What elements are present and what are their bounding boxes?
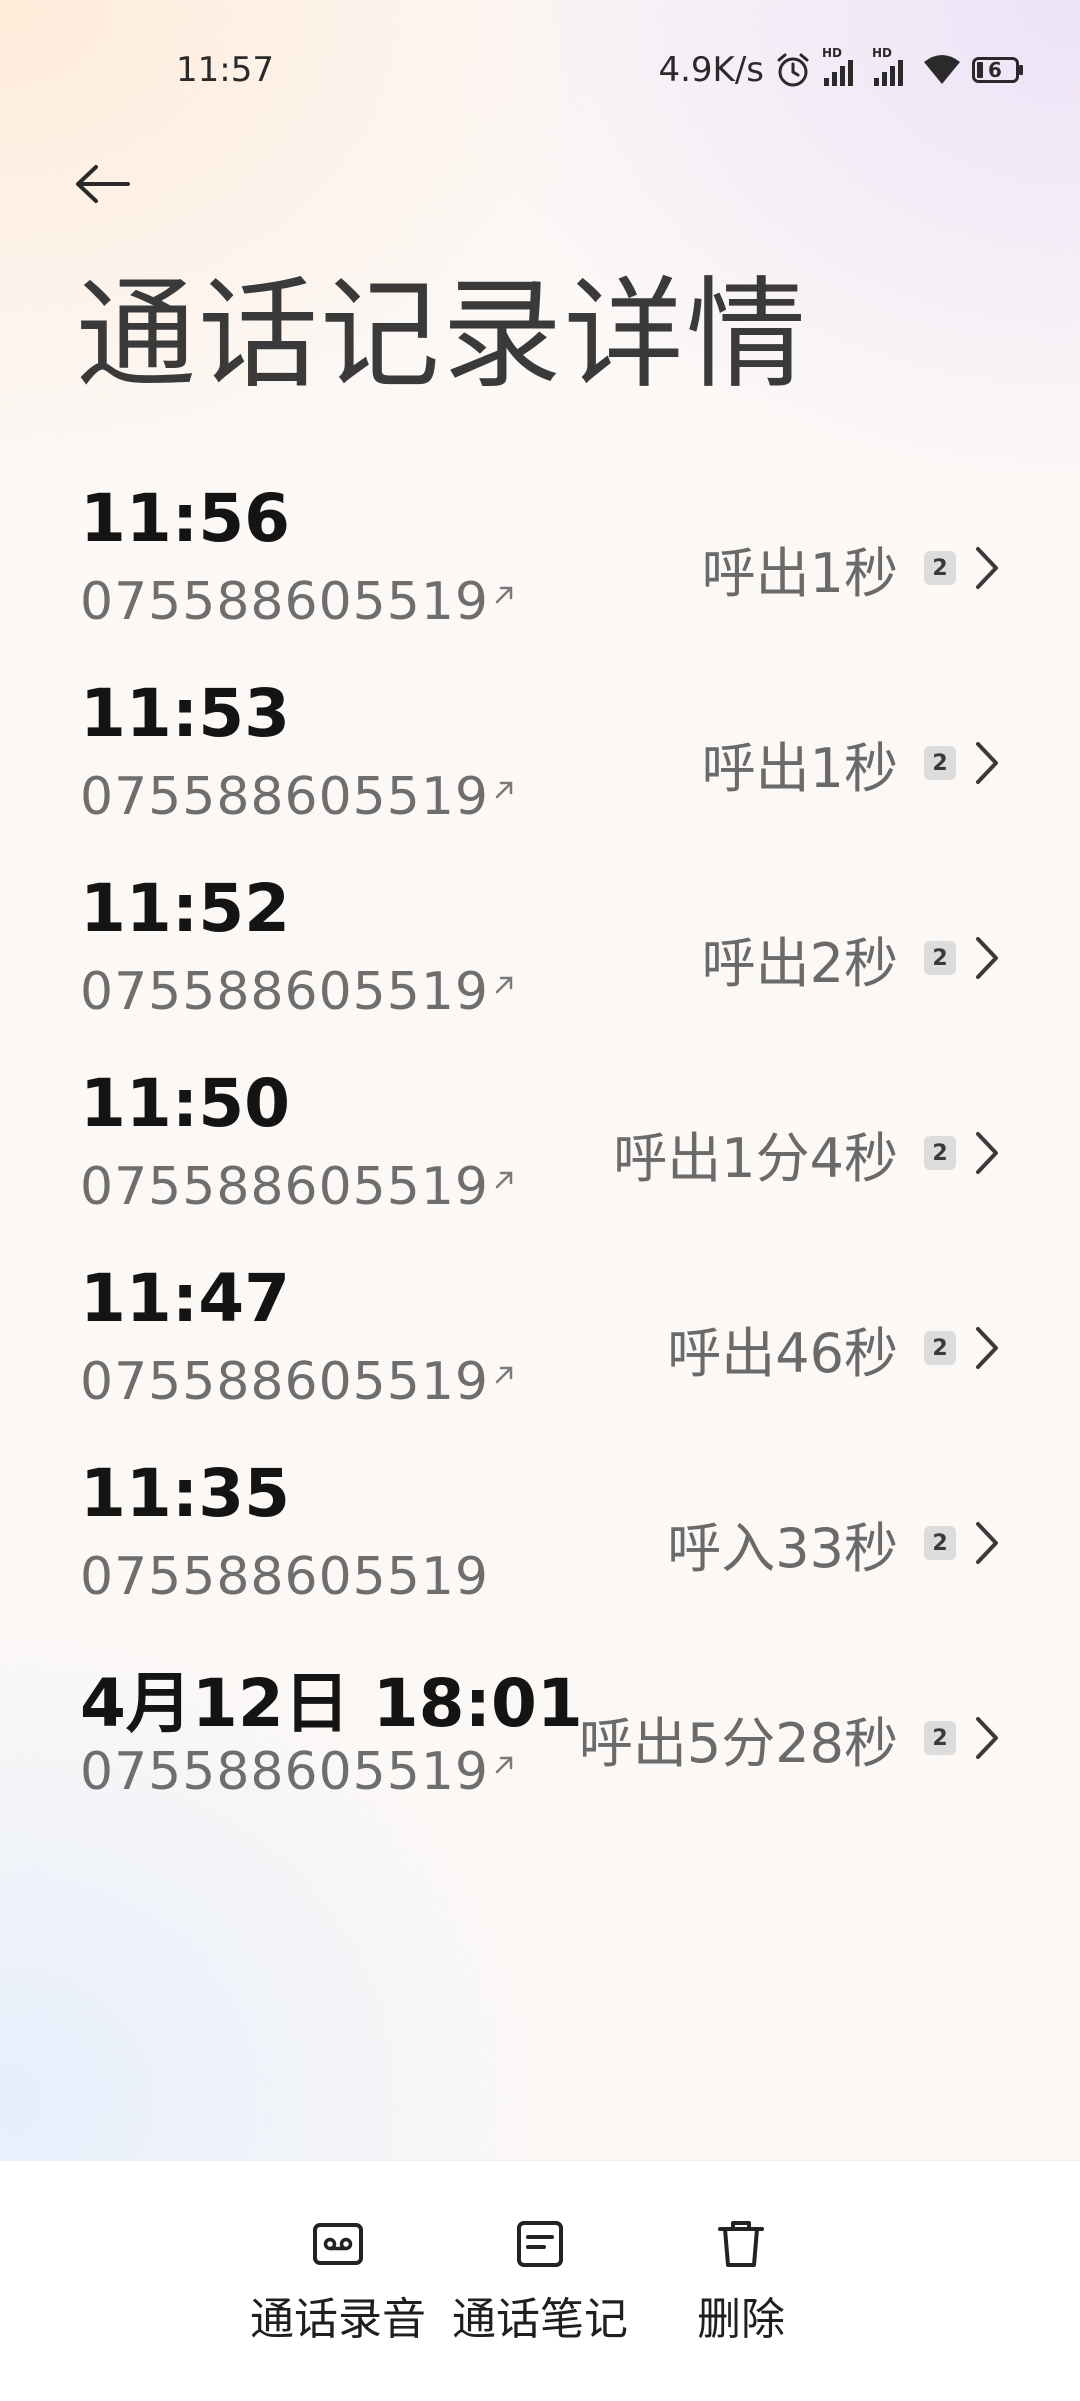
alarm-icon: [774, 51, 812, 89]
arrow-left-icon: [76, 165, 130, 203]
call-meta: 呼入33秒 2: [667, 1493, 1000, 1593]
trash-icon: [718, 2221, 764, 2267]
call-meta: 呼出46秒 2: [667, 1298, 1000, 1398]
call-number: 075588605519: [80, 1157, 490, 1217]
bottom-action-bar: 通话录音 通话笔记 删除: [0, 2160, 1080, 2401]
call-row[interactable]: 11:56 075588605519 呼出1秒 2: [0, 470, 1080, 665]
arrow-up-right-icon: [495, 781, 513, 799]
call-number: 075588605519: [80, 962, 490, 1022]
network-speed: 4.9K/s: [658, 50, 764, 90]
call-status: 呼出1分4秒: [613, 1126, 898, 1190]
chevron-right-icon: [976, 547, 998, 589]
arrow-up-right-icon: [495, 1366, 513, 1384]
sim-badge: 2: [924, 1721, 956, 1755]
sim-badge: 2: [924, 551, 956, 585]
call-number-wrap: 075588605519: [80, 1352, 517, 1412]
chevron-right-icon: [976, 1717, 998, 1759]
call-meta: 呼出1分4秒 2: [613, 1103, 1000, 1203]
delete-button[interactable]: 删除: [697, 2219, 785, 2347]
arrow-up-right-icon: [495, 1171, 513, 1189]
call-row[interactable]: 11:50 075588605519 呼出1分4秒 2: [0, 1055, 1080, 1250]
call-row[interactable]: 11:52 075588605519 呼出2秒 2: [0, 860, 1080, 1055]
call-status: 呼出2秒: [701, 931, 898, 995]
call-time: 11:56: [80, 480, 291, 557]
call-row[interactable]: 11:47 075588605519 呼出46秒 2: [0, 1250, 1080, 1445]
page-title: 通话记录详情: [76, 266, 808, 405]
call-meta: 呼出1秒 2: [702, 518, 1000, 618]
call-number: 075588605519: [80, 1352, 490, 1412]
call-number: 075588605519: [80, 1742, 490, 1802]
call-time: 11:50: [80, 1065, 291, 1142]
note-icon: [517, 2221, 563, 2267]
chevron-right-icon: [976, 937, 998, 979]
sim-badge: 2: [924, 1136, 956, 1170]
call-row[interactable]: 11:35 075588605519 呼入33秒 2: [0, 1445, 1080, 1640]
call-status: 呼出46秒: [667, 1321, 898, 1385]
call-status: 呼出1秒: [701, 736, 898, 800]
wifi-icon: [922, 52, 962, 88]
chevron-right-icon: [976, 1132, 998, 1174]
chevron-right-icon: [976, 1522, 998, 1564]
delete-label: 删除: [697, 2294, 785, 2345]
signal-hd-icon: HD: [872, 46, 912, 90]
sim-badge: 2: [924, 746, 956, 780]
battery-icon: 6: [972, 57, 1024, 83]
call-number-wrap: 075588605519: [80, 962, 517, 1022]
call-notes-button[interactable]: 通话笔记: [452, 2219, 628, 2347]
signal-hd-icon: HD: [822, 46, 862, 90]
status-bar: 11:57 4.9K/s HD HD 6: [0, 0, 1080, 140]
call-number: 075588605519: [80, 572, 490, 632]
call-status: 呼出1秒: [701, 541, 898, 605]
call-notes-label: 通话笔记: [452, 2294, 628, 2345]
call-row[interactable]: 4月12日 18:01 075588605519 呼出5分28秒 2: [0, 1640, 1080, 1835]
sim-badge: 2: [924, 941, 956, 975]
sim-badge: 2: [924, 1526, 956, 1560]
cassette-icon: [313, 2223, 363, 2265]
call-number-wrap: 075588605519: [80, 1547, 489, 1607]
arrow-up-right-icon: [495, 586, 513, 604]
call-time: 11:35: [80, 1455, 291, 1532]
call-recording-label: 通话录音: [250, 2294, 426, 2345]
call-number: 075588605519: [80, 1547, 490, 1607]
call-row[interactable]: 11:53 075588605519 呼出1秒 2: [0, 665, 1080, 860]
call-time: 11:52: [80, 870, 291, 947]
call-number-wrap: 075588605519: [80, 1742, 517, 1802]
call-meta: 呼出5分28秒 2: [579, 1688, 1000, 1788]
arrow-up-right-icon: [495, 976, 513, 994]
call-recording-button[interactable]: 通话录音: [250, 2219, 426, 2347]
call-status: 呼出5分28秒: [578, 1711, 898, 1775]
call-number-wrap: 075588605519: [80, 1157, 517, 1217]
call-meta: 呼出2秒 2: [702, 908, 1000, 1008]
call-list: 11:56 075588605519 呼出1秒 2 11:53 07558860…: [0, 470, 1080, 1835]
back-button[interactable]: [62, 144, 142, 224]
call-status: 呼入33秒: [667, 1516, 898, 1580]
status-icons: 4.9K/s HD HD 6: [658, 46, 1024, 92]
call-time: 11:53: [80, 675, 291, 752]
call-number-wrap: 075588605519: [80, 572, 517, 632]
status-time: 11:57: [176, 50, 274, 90]
call-number-wrap: 075588605519: [80, 767, 517, 827]
chevron-right-icon: [976, 742, 998, 784]
call-number: 075588605519: [80, 767, 490, 827]
chevron-right-icon: [976, 1327, 998, 1369]
call-meta: 呼出1秒 2: [702, 713, 1000, 813]
sim-badge: 2: [924, 1331, 956, 1365]
arrow-up-right-icon: [495, 1756, 513, 1774]
call-time: 4月12日 18:01: [80, 1665, 583, 1742]
call-time: 11:47: [80, 1260, 291, 1337]
